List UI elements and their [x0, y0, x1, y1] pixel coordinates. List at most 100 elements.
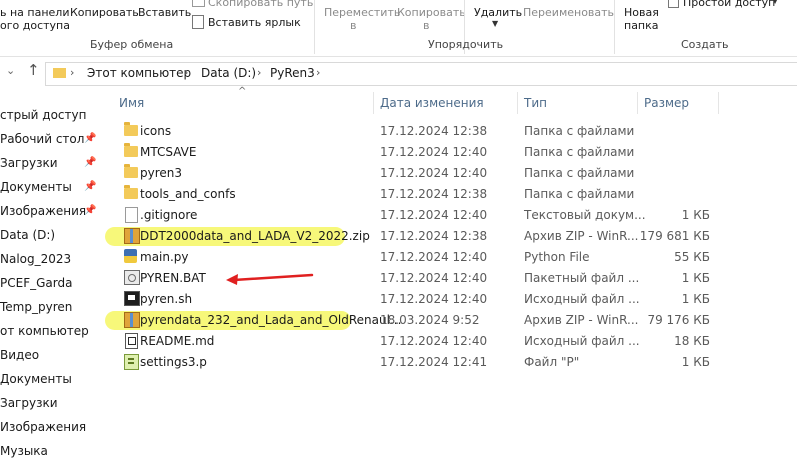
file-type: Папка с файлами	[524, 145, 635, 159]
breadcrumb-separator-icon: ›	[316, 66, 321, 79]
column-divider[interactable]	[718, 92, 719, 114]
pin-quick-access-button-line2[interactable]: ого доступа	[0, 19, 70, 32]
annotation-arrow-icon	[226, 273, 314, 285]
nav-item-label: Temp_pyren	[0, 300, 73, 314]
pin-icon: 📌	[84, 181, 97, 192]
delete-button[interactable]: Удалить	[474, 6, 522, 19]
new-group-label: Создать	[681, 38, 729, 51]
file-type: Исходный файл ...	[524, 334, 640, 348]
paste-shortcut-button[interactable]: Вставить ярлык	[208, 16, 301, 29]
file-name: PYREN.BAT	[140, 271, 206, 285]
file-name: README.md	[140, 334, 215, 348]
move-to-chevron[interactable]: в	[350, 19, 356, 32]
breadcrumb-pyren3[interactable]: PyRen3	[270, 66, 315, 80]
nav-item[interactable]: Музыка	[0, 440, 48, 462]
new-folder-button-line2[interactable]: папка	[624, 19, 659, 32]
file-date: 17.12.2024 12:40	[380, 250, 488, 264]
column-header-size[interactable]: Размер	[644, 96, 689, 110]
column-divider[interactable]	[373, 92, 374, 114]
nav-item[interactable]: Загрузки	[0, 392, 58, 414]
copy-path-button[interactable]: Скопировать путь	[208, 0, 313, 9]
folder-icon	[53, 68, 66, 78]
file-row[interactable]: DDT2000data_and_LADA_V2_2022.zip 17.12.20…	[112, 226, 712, 247]
file-name: .gitignore	[140, 208, 198, 222]
column-divider[interactable]	[637, 92, 638, 114]
file-row[interactable]: README.md 17.12.2024 12:40 Исходный файл .…	[112, 331, 712, 352]
nav-item[interactable]: Data (D:)	[0, 224, 55, 246]
easy-access-chevron-icon[interactable]: ▼	[772, 0, 778, 5]
copy-button[interactable]: Копировать	[70, 6, 139, 19]
nav-item[interactable]: Temp_pyren	[0, 296, 72, 318]
ribbon-divider	[614, 0, 615, 54]
file-date: 17.12.2024 12:38	[380, 124, 488, 138]
move-to-button[interactable]: Переместить	[324, 6, 400, 19]
file-date: 17.12.2024 12:40	[380, 334, 488, 348]
breadcrumb-this-pc[interactable]: Этот компьютер	[87, 66, 191, 80]
file-row[interactable]: .gitignore 17.12.2024 12:40 Текстовый доку…	[112, 205, 712, 226]
file-date: 17.12.2024 12:40	[380, 166, 488, 180]
breadcrumb-drive-d[interactable]: Data (D:)	[201, 66, 256, 80]
nav-item-label: Видео	[0, 348, 40, 362]
breadcrumb-separator-icon: ›	[70, 66, 75, 79]
paste-button[interactable]: Вставить	[138, 6, 191, 19]
nav-item[interactable]: Изображения 📌	[0, 200, 96, 222]
nav-item[interactable]: Загрузки 📌	[0, 152, 96, 174]
ribbon: ь на панели ого доступа Копировать Встав…	[0, 0, 797, 57]
zip-archive-icon	[124, 312, 140, 328]
new-folder-button[interactable]: Новая	[624, 6, 659, 19]
file-row[interactable]: tools_and_confs 17.12.2024 12:38 Папка с ф…	[112, 184, 712, 205]
file-type: Файл "P"	[524, 355, 580, 369]
file-row[interactable]: pyren3 17.12.2024 12:40 Папка с файлами	[112, 163, 712, 184]
file-date: 18.03.2024 9:52	[380, 313, 480, 327]
file-row[interactable]: PYREN.BAT 17.12.2024 12:40 Пакетный файл .…	[112, 268, 712, 289]
file-row[interactable]: pyren.sh 17.12.2024 12:40 Исходный файл ..…	[112, 289, 712, 310]
column-header-type[interactable]: Тип	[524, 96, 547, 110]
nav-item-label: PCEF_Garda	[0, 276, 73, 290]
nav-item[interactable]: Документы	[0, 368, 72, 390]
up-arrow-icon[interactable]: ↑	[27, 61, 40, 79]
file-date: 17.12.2024 12:41	[380, 355, 488, 369]
nav-item[interactable]: PCEF_Garda	[0, 272, 72, 294]
column-divider[interactable]	[517, 92, 518, 114]
easy-access-button[interactable]: Простой доступ	[683, 0, 775, 9]
file-size: 1 КБ	[681, 271, 710, 285]
folder-icon	[124, 164, 138, 178]
nav-item[interactable]: Nalog_2023	[0, 248, 71, 270]
file-name: settings3.p	[140, 355, 207, 369]
file-name: pyrendata_232_and_Lada_and_OldRenaul...	[140, 313, 402, 327]
nav-item[interactable]: Рабочий стол 📌	[0, 128, 96, 150]
rename-button[interactable]: Переименовать	[523, 6, 614, 19]
recent-locations-chevron-icon[interactable]: ⌄	[6, 64, 15, 77]
file-row[interactable]: icons 17.12.2024 12:38 Папка с файлами	[112, 121, 712, 142]
file-date: 17.12.2024 12:38	[380, 187, 488, 201]
clipboard-group-label: Буфер обмена	[90, 38, 174, 51]
pin-quick-access-button[interactable]: ь на панели	[0, 6, 69, 19]
delete-chevron-icon[interactable]: ▼	[492, 19, 498, 28]
address-bar[interactable]: › Этот компьютер › Data (D:) › PyRen3 ›	[45, 62, 797, 86]
file-row[interactable]: MTCSAVE 17.12.2024 12:40 Папка с файлами	[112, 142, 712, 163]
p-file-icon	[124, 354, 139, 370]
breadcrumb-separator-icon: ›	[184, 66, 189, 79]
nav-item[interactable]: Документы 📌	[0, 176, 96, 198]
nav-item[interactable]: от компьютер	[0, 320, 89, 342]
copy-to-button[interactable]: Копировать	[397, 6, 466, 19]
column-header-name[interactable]: Имя	[119, 96, 144, 110]
file-name: pyren3	[140, 166, 183, 180]
copy-to-chevron[interactable]: в	[423, 19, 429, 32]
file-date: 17.12.2024 12:40	[380, 292, 488, 306]
file-name: DDT2000data_and_LADA_V2_2022.zip	[140, 229, 370, 243]
file-row[interactable]: pyrendata_232_and_Lada_and_OldRenaul... 1…	[112, 310, 712, 331]
nav-item[interactable]: Изображения	[0, 416, 86, 438]
file-size: 18 КБ	[674, 334, 710, 348]
file-row[interactable]: main.py 17.12.2024 12:40 Python File 55 КБ	[112, 247, 712, 268]
batch-file-icon	[124, 270, 140, 285]
nav-item[interactable]: стрый доступ	[0, 104, 86, 126]
column-header-date[interactable]: Дата изменения	[380, 96, 484, 110]
nav-item[interactable]: Видео	[0, 344, 39, 366]
nav-item-label: Data (D:)	[0, 228, 56, 242]
nav-item-label: Загрузки	[0, 156, 58, 170]
python-file-icon	[124, 249, 137, 263]
file-name: main.py	[140, 250, 189, 264]
file-row[interactable]: settings3.p 17.12.2024 12:41 Файл "P" 1 КБ	[112, 352, 712, 373]
folder-icon	[124, 143, 138, 157]
